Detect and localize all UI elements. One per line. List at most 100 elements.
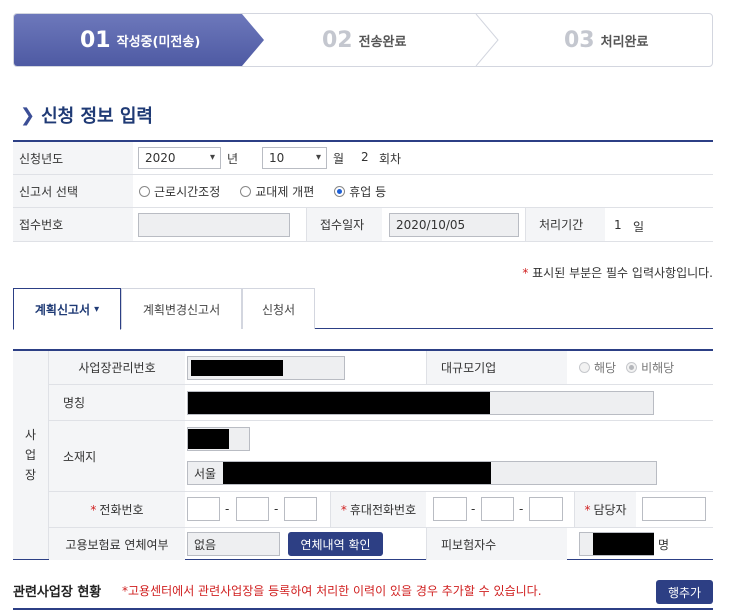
required-star: *: [584, 502, 591, 517]
address-prefix: 서울: [194, 466, 217, 481]
receipt-date-label: 접수일자: [306, 208, 382, 241]
business-row-mgmt: 사업장관리번호 대규모기업 해당 비해당: [49, 351, 713, 385]
form-row-receipt: 접수번호 접수일자 2020/10/05 처리기간 1 일: [13, 208, 713, 242]
radio-label: 비해당: [641, 361, 675, 375]
required-star: *: [90, 502, 97, 517]
tab-plan-report-label: 계획신고서: [34, 302, 91, 317]
mobile-label-text: 휴대전화번호: [349, 503, 417, 517]
insurance-field[interactable]: 없음: [187, 532, 280, 556]
period-label: 처리기간: [525, 208, 605, 241]
radio-large-yes[interactable]: 해당: [579, 359, 616, 376]
caret-down-icon: ▾: [94, 303, 100, 315]
tab-application[interactable]: 신청서: [242, 288, 315, 329]
business-table: 사 업 장 사업장관리번호 대규모기업 해당 비해당 명칭 소재지 서울 * 전…: [13, 349, 713, 560]
dash: -: [519, 502, 524, 516]
tab-plan-change-report[interactable]: 계획변경신고서: [121, 288, 242, 329]
large-company-radios: 해당 비해당: [579, 351, 674, 384]
mobile-part-1[interactable]: [433, 497, 467, 521]
manager-field[interactable]: [642, 497, 706, 521]
report-radio-group: 근로시간조정 교대제 개편 휴업 등: [139, 175, 406, 207]
section-title-text: 신청 정보 입력: [41, 106, 153, 127]
radio-work-hours[interactable]: 근로시간조정: [139, 183, 220, 200]
tab-plan-report[interactable]: 계획신고서 ▾: [13, 288, 121, 330]
tab-application-label: 신청서: [261, 302, 296, 317]
year-select[interactable]: 2020 ▾: [138, 147, 221, 169]
month-select[interactable]: 10 ▾: [262, 147, 327, 169]
side-char: 업: [24, 448, 37, 462]
add-row-button[interactable]: 행추가: [656, 580, 713, 604]
phone-label-text: 전화번호: [99, 503, 144, 517]
receipt-no-label: 접수번호: [13, 208, 133, 241]
step-2: 02 전송완료: [322, 14, 406, 66]
business-row-phone: * 전화번호 - - * 휴대전화번호 - - * 담당자: [49, 492, 713, 528]
receipt-date-field[interactable]: 2020/10/05: [389, 213, 519, 237]
radio-suspension[interactable]: 휴업 등: [334, 183, 386, 200]
step-2-label: 전송완료: [358, 34, 407, 50]
zipcode-field[interactable]: [187, 427, 250, 451]
mgmt-no-field[interactable]: [187, 356, 345, 380]
insurance-label: 고용보험료 연체여부: [49, 528, 185, 560]
radio-icon: [579, 362, 590, 373]
business-row-address: 소재지 서울: [49, 421, 713, 492]
step-1: 01 작성중(미전송): [80, 14, 200, 66]
mobile-part-2[interactable]: [481, 497, 514, 521]
name-field[interactable]: [187, 391, 654, 415]
tab-bar: 계획신고서 ▾ 계획변경신고서 신청서: [13, 288, 713, 330]
required-star: *: [522, 266, 529, 280]
radio-checked-icon: [334, 185, 346, 197]
form-row-report: 신고서 선택 근로시간조정 교대제 개편 휴업 등: [13, 175, 713, 208]
radio-label: 휴업 등: [349, 184, 387, 199]
mgmt-no-label: 사업장관리번호: [49, 351, 185, 384]
insured-count-field[interactable]: [579, 532, 654, 556]
related-table-top-border: [13, 608, 713, 610]
mobile-label: * 휴대전화번호: [330, 492, 426, 527]
radio-shift[interactable]: 교대제 개편: [240, 183, 314, 200]
section-title: ❯ 신청 정보 입력: [20, 102, 153, 128]
redacted-block: [191, 360, 283, 376]
period-value: 1: [614, 218, 622, 232]
phone-part-1[interactable]: [187, 497, 220, 521]
manager-label-text: 담당자: [593, 503, 627, 517]
address-field[interactable]: 서울: [187, 461, 657, 485]
side-char: 장: [24, 468, 37, 482]
address-label: 소재지: [49, 421, 185, 491]
step-1-label: 작성중(미전송): [116, 34, 201, 50]
insured-count-unit: 명: [658, 538, 670, 552]
insured-count-label: 피보험자수: [426, 528, 567, 560]
dash: -: [225, 502, 230, 516]
step-2-number: 02: [322, 27, 353, 53]
step-1-number: 01: [80, 27, 111, 53]
step-divider-1: [475, 14, 499, 66]
receipt-no-field[interactable]: [138, 213, 290, 237]
year-unit: 년: [227, 152, 239, 166]
phone-label: * 전화번호: [49, 492, 185, 527]
business-side-label: 사 업 장: [13, 351, 49, 559]
step-3-number: 03: [564, 27, 595, 53]
phone-part-3[interactable]: [284, 497, 317, 521]
overdue-history-button[interactable]: 연체내역 확인: [288, 532, 383, 556]
tab-plan-change-label: 계획변경신고서: [142, 302, 221, 317]
business-row-name: 명칭: [49, 385, 713, 421]
redacted-block: [223, 462, 491, 484]
report-select-label: 신고서 선택: [13, 175, 133, 207]
side-char: 사: [24, 428, 37, 442]
chevron-down-icon: ▾: [315, 152, 321, 163]
related-title: 관련사업장 현황: [13, 585, 102, 600]
manager-label: * 담당자: [574, 492, 636, 527]
radio-icon: [139, 185, 150, 197]
radio-checked-icon: [626, 362, 638, 373]
round-value: 2: [361, 150, 369, 164]
radio-label: 교대제 개편: [255, 184, 315, 199]
mobile-part-3[interactable]: [529, 497, 563, 521]
period-unit: 일: [633, 220, 645, 234]
phone-part-2[interactable]: [236, 497, 269, 521]
progress-steps: 01 작성중(미전송) 02 전송완료 03 처리완료: [13, 13, 713, 67]
form-row-year: 신청년도 2020 ▾ 년 10 ▾ 월 2 회차: [13, 142, 713, 175]
name-label: 명칭: [49, 385, 185, 420]
chevron-down-icon: ▾: [209, 152, 215, 163]
year-label: 신청년도: [13, 142, 133, 174]
radio-label: 근로시간조정: [154, 184, 221, 199]
round-unit: 회차: [379, 152, 402, 166]
radio-large-no[interactable]: 비해당: [626, 359, 674, 376]
dash: -: [471, 502, 476, 516]
